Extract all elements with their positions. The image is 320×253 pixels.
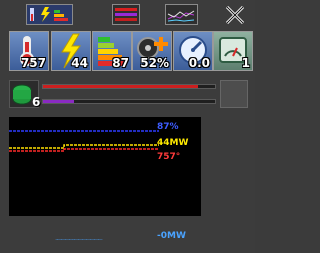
speed-tile[interactable]: 0.0 (173, 31, 213, 71)
legend-output: -0MW (157, 231, 186, 241)
speed-value: 0.0 (188, 56, 210, 70)
fan-tile[interactable]: 52% (132, 31, 172, 71)
stats-tab[interactable] (26, 4, 73, 25)
heat-bar (42, 84, 216, 89)
legend-temperature: 757° (157, 152, 181, 162)
power-line (9, 144, 159, 149)
gauge-tile[interactable]: 1 (213, 31, 253, 71)
temperature-value: 757 (20, 56, 46, 70)
legend-efficiency: 87% (157, 122, 179, 132)
close-button[interactable] (224, 4, 246, 26)
bars-tab[interactable] (112, 4, 140, 25)
fan-value: 52% (140, 56, 169, 70)
slot-box[interactable] (220, 80, 248, 108)
efficiency-tile[interactable]: 87 (92, 31, 132, 71)
heat-bar-fill (43, 85, 198, 88)
stats-tab-icon (30, 7, 68, 22)
legend-power: 44MW (157, 138, 189, 148)
fuel-bar (42, 99, 216, 104)
temperature-tile[interactable]: 757 (9, 31, 49, 71)
graph-tab[interactable] (165, 4, 198, 25)
power-tile[interactable]: 44 (51, 31, 91, 71)
graph-tab-icon (167, 10, 195, 22)
power-value: 44 (71, 56, 88, 70)
generator-count: 6 (32, 95, 41, 109)
efficiency-value: 87 (112, 56, 129, 70)
close-icon (225, 5, 245, 25)
fuel-bar-fill (43, 100, 74, 103)
reactor-panel: 757 44 87 52% 0.0 1 6 87% 44MW 757° -0MW (0, 0, 255, 253)
bars-tab-icon (115, 8, 137, 21)
gauge-value: 1 (241, 56, 250, 70)
temperature-line (9, 148, 159, 152)
output-line (55, 239, 103, 240)
